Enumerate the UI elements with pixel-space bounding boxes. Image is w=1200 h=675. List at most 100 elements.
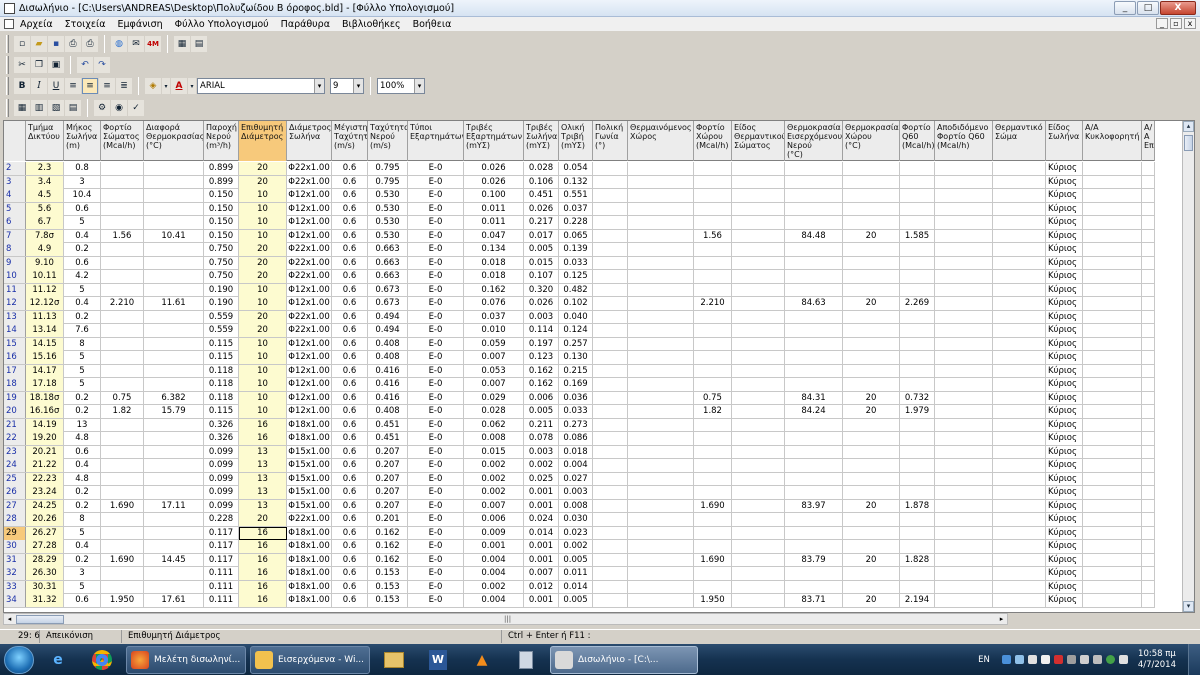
table-cell[interactable] — [993, 526, 1046, 540]
table-cell[interactable]: Κύριος — [1046, 594, 1083, 607]
table-cell[interactable] — [935, 540, 993, 553]
table-cell[interactable]: 0.150 — [204, 189, 239, 202]
table-cell[interactable] — [1083, 310, 1142, 324]
table-cell[interactable] — [785, 526, 843, 540]
table-cell[interactable]: 16 — [239, 594, 287, 607]
table-cell[interactable]: 1.690 — [694, 553, 732, 567]
table-cell[interactable] — [935, 324, 993, 337]
table-cell[interactable]: 0.451 — [368, 418, 408, 432]
table-cell[interactable]: Φ22x1.00 — [287, 513, 332, 526]
align-right-icon[interactable]: ≡ — [99, 78, 115, 94]
table-cell[interactable]: 20 — [239, 256, 287, 270]
table-cell[interactable] — [694, 567, 732, 580]
table-cell[interactable]: 0.115 — [204, 337, 239, 351]
table-cell[interactable]: 8 — [64, 337, 101, 351]
table-cell[interactable] — [732, 216, 785, 229]
table-cell[interactable]: Κύριος — [1046, 297, 1083, 310]
table-cell[interactable]: 0.6 — [332, 256, 368, 270]
table-cell[interactable] — [843, 216, 900, 229]
table-cell[interactable]: 0.005 — [524, 405, 559, 418]
table-cell[interactable]: 23.24 — [26, 486, 64, 499]
table-cell[interactable] — [843, 283, 900, 297]
window-layout-icon[interactable]: ▦ — [174, 36, 190, 52]
mdi-restore-button[interactable]: ▫ — [1170, 18, 1182, 29]
table-cell[interactable] — [785, 202, 843, 216]
table-cell[interactable]: 0.530 — [368, 202, 408, 216]
table-cell[interactable] — [101, 283, 144, 297]
table-cell[interactable]: 31.32 — [26, 594, 64, 607]
table-cell[interactable] — [785, 324, 843, 337]
table-cell[interactable] — [935, 216, 993, 229]
table-cell[interactable]: 3.4 — [26, 175, 64, 189]
table-cell[interactable] — [593, 513, 628, 526]
table-cell[interactable] — [900, 310, 935, 324]
table-cell[interactable]: Φ15x1.00 — [287, 472, 332, 486]
table-cell[interactable] — [1142, 270, 1155, 283]
table-cell[interactable] — [628, 189, 694, 202]
table-cell[interactable] — [785, 283, 843, 297]
table-cell[interactable] — [1083, 175, 1142, 189]
table-cell[interactable]: 0.011 — [464, 202, 524, 216]
internet-explorer-icon[interactable]: e — [38, 646, 78, 674]
table-cell[interactable] — [900, 445, 935, 459]
redo-icon[interactable]: ↷ — [94, 57, 110, 73]
table-cell[interactable]: 0.150 — [204, 216, 239, 229]
row-header[interactable]: 23 — [4, 445, 26, 459]
table-cell[interactable]: 8 — [64, 513, 101, 526]
table-cell[interactable] — [1083, 594, 1142, 607]
table-cell[interactable]: 0.033 — [559, 405, 593, 418]
battery-icon[interactable] — [1027, 655, 1037, 664]
table-cell[interactable] — [785, 351, 843, 364]
table-cell[interactable]: 0.795 — [368, 175, 408, 189]
table-cell[interactable] — [593, 324, 628, 337]
table-cell[interactable] — [694, 418, 732, 432]
table-cell[interactable]: 5 — [64, 580, 101, 594]
table-cell[interactable]: E-0 — [408, 432, 464, 445]
table-cell[interactable]: 0.111 — [204, 580, 239, 594]
table-cell[interactable] — [843, 432, 900, 445]
print-setup-icon[interactable]: ▤ — [191, 36, 207, 52]
table-cell[interactable] — [993, 472, 1046, 486]
table-cell[interactable]: 1.82 — [694, 405, 732, 418]
table-cell[interactable] — [628, 202, 694, 216]
table-row[interactable]: 20 16.16σ 0.2 1.82 15.79 0.115 10 Φ12x1.00 0.6 0.… — [4, 405, 1155, 419]
table-cell[interactable] — [900, 364, 935, 378]
table-cell[interactable] — [900, 202, 935, 216]
table-cell[interactable]: Φ22x1.00 — [287, 175, 332, 189]
table-cell[interactable]: 0.6 — [332, 486, 368, 499]
table-row[interactable]: 15 14.15 8 0.115 10 Φ12x1.00 0.6 0.408 E-0 0.059 0… — [4, 337, 1155, 351]
table-cell[interactable] — [144, 243, 204, 256]
column-header[interactable]: Ταχύτητα Νερού (m/s) — [368, 121, 408, 161]
table-cell[interactable]: 0.416 — [368, 391, 408, 405]
table-cell[interactable]: Φ18x1.00 — [287, 567, 332, 580]
table-cell[interactable] — [732, 175, 785, 189]
row-header[interactable]: 34 — [4, 594, 26, 607]
table-cell[interactable] — [1142, 540, 1155, 553]
table-cell[interactable] — [1142, 445, 1155, 459]
table-cell[interactable] — [593, 283, 628, 297]
table-cell[interactable]: 20 — [843, 391, 900, 405]
table-cell[interactable]: 1.690 — [101, 553, 144, 567]
table-cell[interactable] — [935, 513, 993, 526]
table-cell[interactable]: Κύριος — [1046, 526, 1083, 540]
table-cell[interactable]: E-0 — [408, 499, 464, 513]
table-cell[interactable] — [993, 391, 1046, 405]
table-cell[interactable] — [1083, 337, 1142, 351]
table-cell[interactable] — [1142, 499, 1155, 513]
table-cell[interactable] — [1083, 283, 1142, 297]
table-cell[interactable]: 0.123 — [524, 351, 559, 364]
table-cell[interactable]: Φ22x1.00 — [287, 324, 332, 337]
column-header[interactable]: Πολική Γωνία (°) — [593, 121, 628, 161]
table-cell[interactable] — [101, 540, 144, 553]
table-cell[interactable]: 20 — [843, 297, 900, 310]
table-cell[interactable]: E-0 — [408, 594, 464, 607]
table-cell[interactable]: 17.11 — [144, 499, 204, 513]
table-cell[interactable]: 0.6 — [332, 378, 368, 391]
table-cell[interactable]: E-0 — [408, 472, 464, 486]
table-row[interactable]: 4 4.5 10.4 0.150 10 Φ12x1.00 0.6 0.530 E-0 0.100 0… — [4, 189, 1155, 203]
table-cell[interactable]: 0.026 — [464, 175, 524, 189]
table-cell[interactable]: 11.12 — [26, 283, 64, 297]
table-cell[interactable]: Φ12x1.00 — [287, 351, 332, 364]
table-cell[interactable]: Κύριος — [1046, 499, 1083, 513]
table-row[interactable]: 24 21.22 0.4 0.099 13 Φ15x1.00 0.6 0.207 E-0 0.00… — [4, 459, 1155, 473]
